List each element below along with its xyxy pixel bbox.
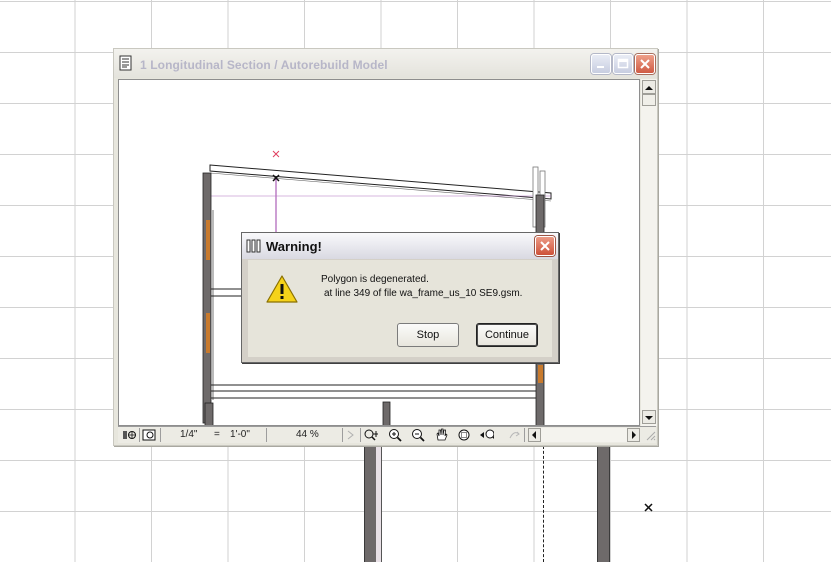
background-dashed-line (543, 446, 544, 562)
statusbar-divider (160, 428, 161, 442)
dialog-message-line2: at line 349 of file wa_frame_us_10 SE9.g… (324, 288, 523, 299)
disabled-arrow-icon (347, 430, 354, 440)
scale-equals: = (214, 429, 220, 440)
dialog-title: Warning! (266, 239, 322, 254)
scroll-down-button[interactable] (642, 410, 656, 424)
preview-icon[interactable] (142, 428, 157, 442)
window-title: 1 Longitudinal Section / Autorebuild Mod… (140, 58, 388, 72)
statusbar-divider (342, 428, 343, 442)
view-mode-icon[interactable] (122, 428, 137, 442)
minimize-icon (597, 66, 604, 68)
hscroll-right-button[interactable] (627, 428, 640, 442)
dialog-close-button[interactable] (535, 236, 555, 256)
close-button[interactable] (635, 54, 655, 74)
dialog-message-line1: Polygon is degenerated. (321, 274, 429, 285)
continue-button[interactable]: Continue (476, 323, 538, 347)
minimize-button[interactable] (591, 54, 611, 74)
zoom-in-plus-icon[interactable] (363, 428, 378, 442)
app-icon (246, 239, 261, 253)
zoom-next-icon (509, 431, 520, 439)
scale-field[interactable]: 1/4" (180, 428, 197, 442)
background-wall-post-right (597, 446, 610, 562)
dialog-titlebar[interactable]: Warning! (242, 233, 558, 259)
window-statusbar: 1/4" = 1'-0" 44 % (118, 426, 656, 443)
arrow-left-icon (532, 431, 536, 439)
statusbar-divider (139, 428, 140, 442)
warning-icon (266, 275, 298, 303)
resize-grip-icon[interactable] (644, 429, 656, 442)
close-icon (640, 59, 650, 69)
scroll-up-button[interactable] (642, 80, 656, 94)
close-icon (540, 241, 550, 251)
statusbar-divider (360, 428, 361, 442)
background-cross-marker (644, 503, 653, 512)
arrow-right-icon (632, 431, 636, 439)
arrow-down-icon (645, 416, 653, 420)
background-wall-facing (376, 446, 382, 562)
vertical-scrollbar[interactable] (641, 79, 657, 426)
zoom-previous-icon[interactable] (479, 428, 494, 442)
fit-window-icon[interactable] (457, 428, 472, 442)
stop-button[interactable]: Stop (397, 323, 459, 347)
arrow-up-icon (645, 86, 653, 90)
pan-hand-icon[interactable] (434, 428, 449, 442)
hscroll-track[interactable] (541, 428, 627, 442)
zoom-out-icon[interactable] (411, 428, 426, 442)
statusbar-divider (524, 428, 525, 442)
window-titlebar[interactable]: 1 Longitudinal Section / Autorebuild Mod… (114, 49, 657, 78)
zoom-in-icon[interactable] (388, 428, 403, 442)
zoom-field[interactable]: 44 % (296, 428, 319, 442)
hscroll-left-button[interactable] (528, 428, 541, 442)
maximize-button[interactable] (613, 54, 633, 74)
document-icon (119, 55, 132, 71)
statusbar-divider (266, 428, 267, 442)
maximize-icon (617, 58, 629, 69)
scale-value[interactable]: 1'-0" (230, 428, 250, 442)
scroll-thumb[interactable] (642, 94, 656, 106)
warning-dialog: Warning! Polygon is degenerated. at line… (241, 232, 559, 363)
